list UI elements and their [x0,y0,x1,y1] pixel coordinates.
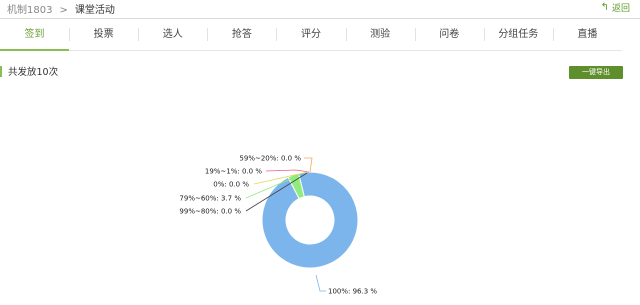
slice-label-3: 59%~20%: 0.0 % [239,155,301,163]
connector-line-1 [315,274,326,292]
donut-chart: 100%: 96.3 % 79%~60%: 3.7 % 59%~20%: 0.0 %… [179,155,377,296]
slice-label-1: 100%: 96.3 % [328,288,377,296]
slice-label-5: 0%: 0.0 % [213,181,249,189]
slice-label-2: 79%~60%: 3.7 % [179,195,241,203]
connector-line-4 [265,169,310,173]
slice-label-6: 99%~80%: 0.0 % [179,208,241,216]
pie-slice-1[interactable] [261,171,359,269]
connector-line-3 [304,157,313,173]
slice-label-4: 19%~1%: 0.0 % [205,168,262,176]
